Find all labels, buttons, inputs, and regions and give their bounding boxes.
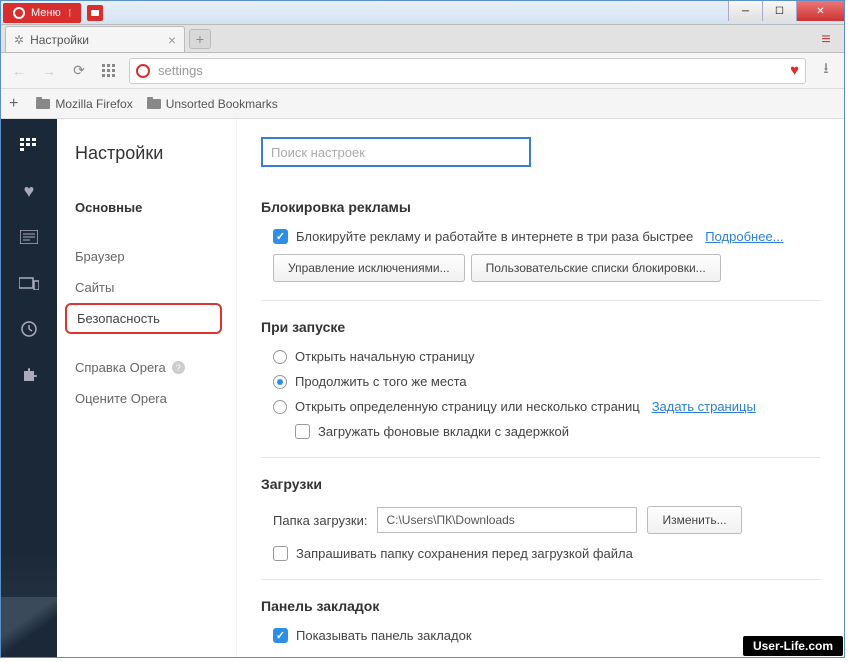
bookmark-label: Unsorted Bookmarks	[166, 97, 278, 111]
exceptions-button[interactable]: Управление исключениями...	[273, 254, 465, 282]
folder-icon	[147, 99, 161, 109]
bookmark-heart-icon[interactable]: ♥	[790, 62, 799, 79]
app-menu-icon[interactable]: ≡	[816, 31, 836, 49]
new-tab-button[interactable]: +	[189, 29, 211, 49]
sidebar-item-browser[interactable]: Браузер	[75, 241, 236, 272]
section-title: Панель закладок	[261, 598, 820, 614]
menu-button[interactable]: Меню |	[3, 3, 81, 23]
download-folder-label: Папка загрузки:	[273, 513, 367, 528]
divider	[261, 457, 820, 458]
radio-label: Открыть определенную страницу или нескол…	[295, 399, 640, 414]
tab-close-icon[interactable]: ×	[168, 32, 176, 48]
lazy-load-checkbox[interactable]	[295, 424, 310, 439]
section-title: Загрузки	[261, 476, 820, 492]
help-icon: ?	[172, 361, 185, 374]
section-startup: При запуске Открыть начальную страницу П…	[261, 319, 820, 439]
search-input[interactable]	[261, 137, 531, 167]
section-downloads: Загрузки Папка загрузки: C:\Users\ПК\Dow…	[261, 476, 820, 561]
download-path-value: C:\Users\ПК\Downloads	[386, 513, 514, 527]
sidebar-item-basic[interactable]: Основные	[75, 192, 236, 223]
dropdown-arrow-icon: |	[69, 8, 71, 17]
divider	[261, 579, 820, 580]
settings-main: Блокировка рекламы Блокируйте рекламу и …	[237, 119, 844, 657]
bookmarks-nav-icon[interactable]: ♥	[17, 179, 41, 203]
page-title: Настройки	[75, 143, 236, 164]
maximize-button[interactable]: ☐	[762, 1, 796, 21]
opera-logo-icon	[13, 7, 25, 19]
radio-label: Продолжить с того же места	[295, 374, 467, 389]
history-nav-icon[interactable]	[17, 317, 41, 341]
ask-folder-checkbox[interactable]	[273, 546, 288, 561]
extensions-nav-icon[interactable]	[17, 363, 41, 387]
settings-sidebar: Настройки Основные Браузер Сайты Безопас…	[57, 119, 237, 657]
bookmark-folder-unsorted[interactable]: Unsorted Bookmarks	[147, 97, 278, 111]
left-navigation: ♥	[1, 119, 57, 657]
minimize-button[interactable]: ─	[728, 1, 762, 21]
bookmark-label: Mozilla Firefox	[55, 97, 132, 111]
back-icon[interactable]: ←	[9, 61, 29, 81]
divider	[261, 300, 820, 301]
change-folder-button[interactable]: Изменить...	[647, 506, 741, 534]
adblock-label: Блокируйте рекламу и работайте в интерне…	[296, 229, 693, 244]
startup-radio-pages[interactable]	[273, 400, 287, 414]
titlebar: Меню | ─ ☐ ✕	[1, 1, 844, 25]
url-input[interactable]	[158, 63, 782, 78]
sync-nav-icon[interactable]	[17, 271, 41, 295]
opera-page-icon	[136, 64, 150, 78]
speed-dial-nav-icon[interactable]	[17, 133, 41, 157]
bookmarks-bar: + Mozilla Firefox Unsorted Bookmarks	[1, 89, 844, 119]
tab-title: Настройки	[30, 33, 89, 47]
sidebar-item-sites[interactable]: Сайты	[75, 272, 236, 303]
menu-label: Меню	[31, 7, 61, 19]
decorative-mountain	[1, 597, 57, 657]
adblock-checkbox[interactable]	[273, 229, 288, 244]
section-adblock: Блокировка рекламы Блокируйте рекламу и …	[261, 199, 820, 282]
reload-icon[interactable]: ⟳	[69, 61, 89, 81]
section-title: При запуске	[261, 319, 820, 335]
speed-dial-icon[interactable]	[99, 61, 119, 81]
section-title: Блокировка рекламы	[261, 199, 820, 215]
adblock-more-link[interactable]: Подробнее...	[705, 229, 783, 244]
address-bar[interactable]: ♥	[129, 58, 806, 84]
set-pages-link[interactable]: Задать страницы	[652, 399, 756, 414]
download-path-input[interactable]: C:\Users\ПК\Downloads	[377, 507, 637, 533]
sidebar-item-security[interactable]: Безопасность	[65, 303, 222, 334]
checkbox-label: Показывать панель закладок	[296, 628, 472, 643]
show-bookmarkbar-checkbox[interactable]	[273, 628, 288, 643]
nav-toolbar: ← → ⟳ ♥ ⭳	[1, 53, 844, 89]
forward-icon[interactable]: →	[39, 61, 59, 81]
startup-radio-home[interactable]	[273, 350, 287, 364]
folder-icon	[36, 99, 50, 109]
speech-icon[interactable]	[87, 5, 103, 21]
downloads-icon[interactable]: ⭳	[816, 61, 836, 81]
sidebar-item-help[interactable]: Справка Opera ?	[75, 352, 236, 383]
watermark: User-Life.com	[743, 636, 843, 656]
gear-icon: ✲	[14, 33, 24, 47]
tab-bar: ✲ Настройки × + ≡	[1, 25, 844, 53]
close-button[interactable]: ✕	[796, 1, 844, 21]
startup-radio-continue[interactable]	[273, 375, 287, 389]
checkbox-label: Загружать фоновые вкладки с задержкой	[318, 424, 569, 439]
section-bookmarkbar: Панель закладок Показывать панель заклад…	[261, 598, 820, 643]
sidebar-item-rate[interactable]: Оцените Opera	[75, 383, 236, 414]
help-label: Справка Opera	[75, 360, 166, 375]
bookmark-folder-mozilla[interactable]: Mozilla Firefox	[36, 97, 132, 111]
custom-lists-button[interactable]: Пользовательские списки блокировки...	[471, 254, 721, 282]
tab-settings[interactable]: ✲ Настройки ×	[5, 26, 185, 52]
news-nav-icon[interactable]	[17, 225, 41, 249]
add-bookmark-icon[interactable]: +	[9, 95, 18, 113]
radio-label: Открыть начальную страницу	[295, 349, 475, 364]
checkbox-label: Запрашивать папку сохранения перед загру…	[296, 546, 633, 561]
